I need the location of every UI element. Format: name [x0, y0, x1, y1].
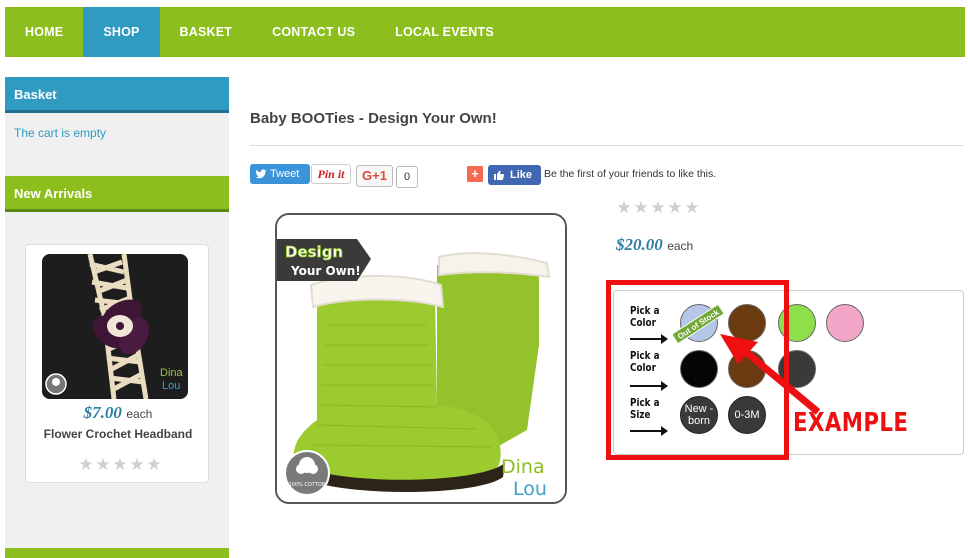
brand-dina-text: Dina	[501, 456, 545, 478]
star-icon[interactable]: ★	[667, 199, 683, 216]
nav-home[interactable]: HOME	[5, 7, 83, 57]
banner-your-own-text: Your Own!	[290, 264, 361, 278]
arrival-rating[interactable]: ★ ★ ★ ★ ★	[78, 456, 162, 473]
cart-empty-link[interactable]: The cart is empty	[5, 113, 229, 169]
arrival-price-each: each	[126, 407, 153, 421]
star-icon[interactable]: ★	[650, 199, 666, 216]
cotton-badge-text: 100% COTTON	[288, 482, 325, 488]
booties-illustration: Design Your Own! Dina Lou 100% COTTON	[277, 215, 565, 502]
next-widget-header	[5, 548, 229, 558]
google-plus-count: 0	[396, 166, 418, 188]
share-plus-button[interactable]: +	[467, 166, 483, 182]
brand-lou-text: Lou	[513, 478, 547, 500]
product-price-value: $20.00	[616, 235, 663, 254]
new-arrivals-title: New Arrivals	[5, 176, 229, 212]
product-price-each: each	[667, 239, 694, 253]
product-image[interactable]: Design Your Own! Dina Lou 100% COTTON	[275, 213, 567, 504]
new-arrival-card[interactable]: Dina Lou $7.00 each Flower Crochet Headb…	[25, 244, 209, 483]
basket-widget-title: Basket	[5, 77, 229, 113]
nav-basket[interactable]: BASKET	[160, 7, 253, 57]
product-price: $20.00 each	[616, 235, 693, 255]
banner-design-text: Design	[285, 243, 343, 261]
svg-text:Dina: Dina	[160, 367, 184, 379]
star-icon[interactable]: ★	[78, 456, 94, 473]
thumbs-up-icon	[494, 170, 505, 180]
example-label: EXAMPLE	[793, 408, 909, 438]
product-title: Baby BOOTies - Design Your Own!	[250, 110, 497, 127]
arrival-price: $7.00 each	[26, 403, 210, 423]
headband-product-image[interactable]: Dina Lou	[42, 254, 188, 399]
tweet-button[interactable]: Tweet	[250, 164, 310, 184]
arrival-product-name[interactable]: Flower Crochet Headband	[26, 427, 210, 441]
sidebar: Basket The cart is empty New Arrivals Di…	[5, 77, 229, 558]
star-icon[interactable]: ★	[616, 199, 632, 216]
pinterest-pin-button[interactable]: Pin it	[311, 164, 351, 184]
twitter-bird-icon	[255, 169, 267, 179]
tweet-label: Tweet	[270, 168, 300, 180]
star-icon[interactable]: ★	[95, 456, 111, 473]
product-rating[interactable]: ★ ★ ★ ★ ★	[616, 199, 700, 216]
color-swatch-pink[interactable]	[826, 304, 864, 342]
nav-local-events[interactable]: LOCAL EVENTS	[375, 7, 514, 57]
facebook-like-button[interactable]: Like	[488, 165, 541, 185]
star-icon[interactable]: ★	[684, 199, 700, 216]
title-divider	[250, 145, 964, 146]
like-label: Like	[510, 169, 533, 181]
star-icon[interactable]: ★	[146, 456, 162, 473]
main-nav: HOME SHOP BASKET CONTACT US LOCAL EVENTS	[5, 7, 965, 57]
nav-contact-us[interactable]: CONTACT US	[252, 7, 375, 57]
star-icon[interactable]: ★	[129, 456, 145, 473]
like-social-text: Be the first of your friends to like thi…	[544, 168, 717, 180]
star-icon[interactable]: ★	[633, 199, 649, 216]
nav-shop[interactable]: SHOP	[83, 7, 160, 57]
star-icon[interactable]: ★	[112, 456, 128, 473]
headband-illustration: Dina Lou	[42, 254, 188, 399]
red-arrow-icon	[720, 334, 821, 415]
arrival-price-value: $7.00	[83, 403, 122, 422]
google-plus-button[interactable]: G+1	[356, 165, 393, 187]
svg-text:Lou: Lou	[162, 380, 180, 392]
